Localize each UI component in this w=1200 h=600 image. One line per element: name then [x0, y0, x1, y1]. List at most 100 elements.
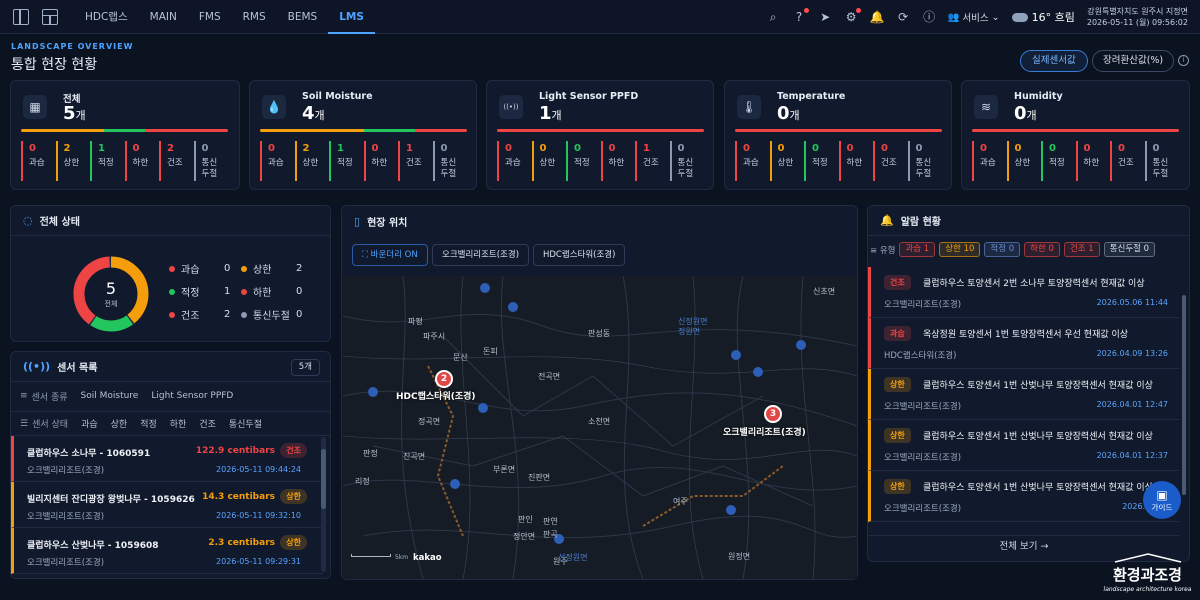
bell-icon[interactable]: 🔔 [870, 10, 885, 25]
sensor-state-option[interactable]: 적정 [140, 417, 157, 430]
alert-text: 클럽하우스 토양센서 2번 소나무 토양장력센서 현재값 이상 [923, 279, 1145, 289]
legend-value: 2 [224, 309, 231, 320]
sensor-site: 오크밸리리조트(조경) [27, 558, 105, 568]
map-tab-oakvalley[interactable]: 오크밸리리조트(조경) [432, 244, 530, 266]
sensor-row[interactable]: 클럽하우스 산벚나무 - 1059608 오크밸리리조트(조경) 2.3 centi… [11, 528, 323, 574]
map-title: 현장 위치 [367, 217, 408, 229]
map-place-label: 판성동 [588, 329, 611, 338]
map-marker-label[interactable]: 오크밸리리조트(조경) [723, 425, 806, 438]
boundary-toggle[interactable]: ⛶ 바운더리 ON [352, 244, 428, 266]
sensor-row[interactable]: 클럽하우스 소나무 - 1060591 오크밸리리조트(조경) 122.9 cent… [11, 436, 323, 482]
alert-row[interactable]: 건조 클럽하우스 토양센서 2번 소나무 토양장력센서 현재값 이상 오크밸리리조트… [868, 267, 1180, 318]
nav-item-3[interactable]: RMS [232, 0, 277, 34]
summary-card-0[interactable]: ▦ 전체 5개 0 과습 2 상한 1 적정 0 하한 2 건조 0 통신 두절 [10, 80, 240, 190]
info-icon[interactable]: ⓘ [922, 10, 937, 25]
weather-text: 16° 흐림 [1031, 11, 1075, 24]
real-value-button[interactable]: 실제센서값 [1020, 50, 1088, 72]
alert-text: 클럽하우스 토양센서 1번 산벚나무 토양장력센서 현재값 이상 [923, 381, 1153, 391]
converted-value-button[interactable]: 장려환산값(%) [1092, 50, 1175, 72]
stat-label: 건조 [881, 158, 897, 168]
sidebar-toggle-icon[interactable] [13, 8, 29, 25]
donut-total: 5 [106, 279, 116, 298]
help-icon[interactable]: ? [792, 7, 809, 25]
stat-value: 0 [777, 143, 785, 154]
alert-date: 2026.04.01 12:37 [1096, 451, 1168, 460]
sensor-state-option[interactable]: 상한 [111, 417, 128, 430]
map-place-label: 전곡면 [538, 372, 561, 381]
map-place-label: 정안면 [513, 532, 536, 541]
legend-value: 1 [224, 286, 231, 297]
send-icon[interactable]: ➤ [818, 10, 833, 25]
sensor-row[interactable]: 빌리지센터 잔디광장 왕벚나무 - 1059626 오크밸리리조트(조경) 14.3… [11, 482, 323, 528]
map-canvas[interactable]: 신초면 판성동 신정원면 정원면 파평 문산 돈피 파주시 전곡면 정곡면 진곡면 소천면 여주 부론면 판… [343, 276, 857, 579]
alert-tag[interactable]: 과습 1 [899, 242, 936, 257]
summary-card-2[interactable]: ((•)) Light Sensor PPFD 1개 0 과습 0 상한 0 적정 0 하한 1 건조 0… [486, 80, 714, 190]
alert-row[interactable]: 상한 클럽하우스 토양센서 1번 산벚나무 토양장력센서 현재값 이상 오크밸리리조… [868, 369, 1180, 420]
legend-label: 상한 [253, 265, 272, 276]
stat-value: 1 [337, 143, 344, 154]
map-place-label: 여주 [673, 497, 688, 506]
nav-item-2[interactable]: FMS [188, 0, 232, 34]
alarm-icon: 🔔 [880, 214, 894, 227]
sensor-state-option[interactable]: 과습 [81, 417, 98, 430]
layout-icon[interactable] [42, 8, 58, 25]
card-count: 5개 [63, 103, 86, 124]
alert-row[interactable]: 상한 클럽하우스 토양센서 1번 산벚나무 토양장력센서 현재값 이상 오크밸리리조… [868, 471, 1180, 522]
alert-scrollbar[interactable] [1182, 295, 1186, 495]
map-place-label: 정원면 [678, 327, 701, 336]
settings-icon[interactable]: ⚙ [844, 7, 861, 25]
alert-tag[interactable]: 적정 0 [984, 242, 1021, 257]
stat-4: 0 건조 [1110, 141, 1145, 181]
search-icon[interactable]: ⌕ [766, 10, 781, 25]
stat-1: 2 상한 [294, 141, 330, 181]
map-tab-hdc[interactable]: HDC랩스타워(조경) [533, 244, 626, 266]
stat-3: 0 하한 [1075, 141, 1111, 181]
sensor-state-option[interactable]: 건조 [199, 417, 216, 430]
sensor-scrollbar[interactable] [321, 437, 326, 572]
card-status-bar [497, 129, 704, 132]
sensor-name: 클럽하우스 소나무 - 1060591 [27, 449, 151, 459]
map-marker-label[interactable]: HDC랩스타워(조경) [396, 389, 476, 402]
sensor-type-option[interactable]: Light Sensor PPFD [151, 391, 233, 401]
stat-label: 통신 두절 [440, 158, 457, 179]
stat-5: 0 통신 두절 [432, 141, 468, 181]
sensor-state-option[interactable]: 통신두절 [229, 417, 262, 430]
summary-card-3[interactable]: 🌡 Temperature 0개 0 과습 0 상한 0 적정 0 하한 0 건조 0 통신 두절 [724, 80, 952, 190]
guide-button[interactable]: ▣ 가이드 [1143, 481, 1181, 519]
summary-card-1[interactable]: 💧 Soil Moisture 4개 0 과습 2 상한 1 적정 0 하한 1 건조 0 통신 두절 [249, 80, 477, 190]
alert-row[interactable]: 과습 옥상정원 토양센서 1번 토양장력센서 우선 현재값 이상 HDC랩스타워(조… [868, 318, 1180, 369]
service-menu[interactable]: 👥 서비스 ⌄ [947, 10, 1000, 25]
users-icon: 👥 [947, 11, 960, 23]
nav-item-5[interactable]: LMS [328, 0, 375, 34]
alert-tag[interactable]: 건조 1 [1063, 242, 1100, 257]
map-place-label: 돈피 [483, 347, 498, 356]
stat-label: 상한 [1014, 158, 1031, 168]
map-marker-2[interactable]: 2 [435, 370, 453, 388]
card-count: 1개 [539, 103, 562, 124]
logo-name: 환경과조경 [1112, 566, 1182, 584]
alert-tag[interactable]: 하한 0 [1024, 242, 1060, 257]
alert-row[interactable]: 상한 클럽하우스 토양센서 1번 산벚나무 토양장력센서 현재값 이상 오크밸리리조… [868, 420, 1180, 471]
sensor-type-filter: ≡ 센서 종류 Soil Moisture Light Sensor PPFD [11, 385, 330, 407]
nav-item-0[interactable]: HDC랩스 [74, 0, 139, 34]
nav-item-4[interactable]: BEMS [277, 0, 329, 34]
sensor-state-option[interactable]: 하한 [170, 417, 187, 430]
bar-segment [363, 129, 416, 132]
map-marker-3[interactable]: 3 [764, 405, 782, 423]
card-name: Light Sensor PPFD [539, 91, 639, 102]
alert-tag[interactable]: 통신두절 0 [1103, 242, 1156, 257]
nav-item-1[interactable]: MAIN [139, 0, 188, 34]
stat-label: 건조 [643, 158, 659, 168]
summary-card-4[interactable]: ≋ Humidity 0개 0 과습 0 상한 0 적정 0 하한 0 건조 0 통신 두절 [961, 80, 1190, 190]
card-count: 0개 [1014, 103, 1037, 124]
sensor-type-option[interactable]: Soil Moisture [81, 391, 139, 401]
info-icon[interactable]: i [1178, 55, 1189, 66]
stat-5: 0 통신 두절 [193, 141, 229, 181]
stat-0: 0 과습 [497, 141, 532, 181]
card-count-unit: 개 [1026, 109, 1037, 122]
donut-total-label: 전체 [105, 299, 118, 308]
legend-value: 0 [224, 263, 231, 274]
refresh-icon[interactable]: ⟳ [896, 10, 911, 25]
stat-value: 0 [812, 143, 819, 154]
alert-tag[interactable]: 상한 10 [939, 242, 981, 257]
